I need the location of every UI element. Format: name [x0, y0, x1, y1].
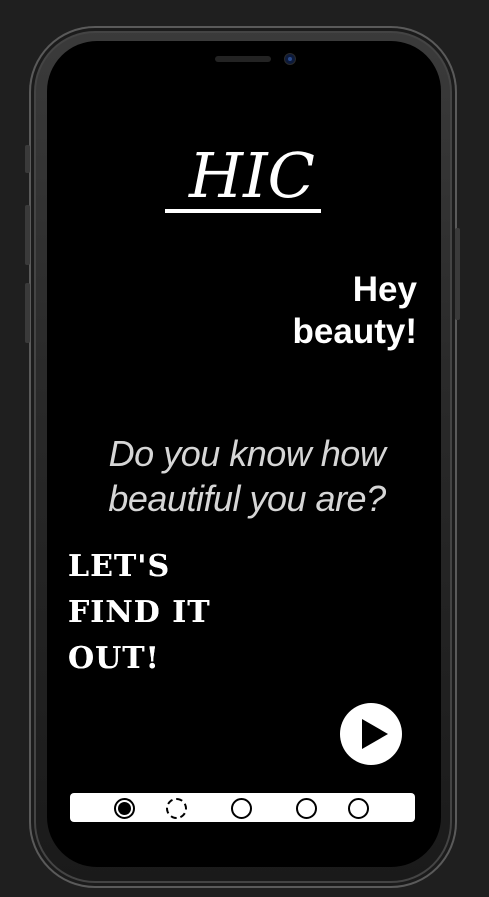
cta-line-2: FIND IT: [68, 595, 211, 630]
cta-line-1: LET'S: [68, 549, 171, 584]
cta-text: LET'S FIND IT OUT!: [68, 544, 211, 682]
logo: HIC: [165, 139, 321, 213]
greeting-heading: Hey beauty!: [267, 269, 417, 353]
question-text: Do you know how beautiful you are?: [108, 433, 386, 519]
greeting-text: Hey beauty!: [292, 270, 417, 351]
app-screen: HIC Hey beauty! Do you know how beautifu…: [47, 41, 441, 867]
page-indicator: [70, 793, 415, 822]
volume-up-button: [25, 205, 30, 265]
page-dot-3[interactable]: [231, 798, 252, 819]
volume-down-button: [25, 283, 30, 343]
speaker-grille: [215, 56, 271, 62]
power-button: [455, 228, 460, 320]
page-dot-2[interactable]: [166, 798, 187, 819]
logo-underline: [165, 209, 321, 213]
play-icon: [362, 719, 388, 749]
page-dot-4[interactable]: [296, 798, 317, 819]
front-camera: [285, 54, 295, 64]
device-mockup: HIC Hey beauty! Do you know how beautifu…: [0, 0, 489, 897]
logo-text: HIC: [188, 139, 315, 212]
page-dot-5[interactable]: [348, 798, 369, 819]
play-button[interactable]: [340, 703, 402, 765]
page-dot-1[interactable]: [114, 798, 135, 819]
mute-switch: [25, 145, 30, 173]
cta-line-3: OUT!: [68, 641, 160, 676]
